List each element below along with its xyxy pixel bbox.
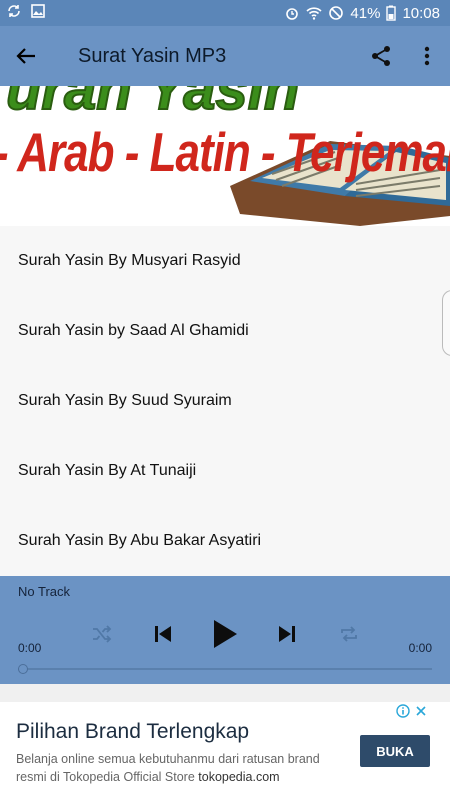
seek-bar[interactable] bbox=[18, 668, 432, 670]
previous-button[interactable] bbox=[132, 612, 194, 656]
app-bar: Surat Yasin MP3 bbox=[0, 26, 450, 86]
battery-icon bbox=[386, 5, 397, 21]
page-title: Surat Yasin MP3 bbox=[78, 44, 227, 67]
play-icon bbox=[214, 620, 237, 648]
banner-subtitle: - Arab - Latin - Terjemahan bbox=[0, 122, 450, 184]
total-time: 0:00 bbox=[408, 641, 432, 655]
sync-icon bbox=[6, 3, 22, 23]
do-not-disturb-icon bbox=[328, 5, 344, 21]
track-title: Surah Yasin By Abu Bakar Asyatiri bbox=[18, 532, 262, 549]
elapsed-time: 0:00 bbox=[18, 641, 42, 655]
clock: 10:08 bbox=[402, 4, 440, 22]
ad-info-icon[interactable] bbox=[396, 704, 410, 723]
more-vert-icon bbox=[424, 46, 430, 66]
ad-description: Belanja online semua kebutuhanmu dari ra… bbox=[16, 750, 346, 786]
wifi-icon bbox=[306, 5, 322, 21]
ad-banner[interactable]: Pilihan Brand Terlengkap Belanja online … bbox=[0, 702, 450, 800]
skip-previous-icon bbox=[155, 626, 171, 642]
shuffle-button[interactable] bbox=[70, 612, 132, 656]
list-item[interactable]: Surah Yasin By Suud Syuraim bbox=[0, 366, 450, 436]
back-button[interactable] bbox=[0, 26, 52, 86]
list-item[interactable]: Surah Yasin By Musyari Rasyid bbox=[0, 226, 450, 296]
overflow-menu-button[interactable] bbox=[404, 26, 450, 86]
status-bar: 41% 10:08 bbox=[0, 0, 450, 26]
player-controls bbox=[0, 612, 450, 656]
share-button[interactable] bbox=[358, 26, 404, 86]
track-title: Surah Yasin by Saad Al Ghamidi bbox=[18, 322, 249, 339]
track-list: Surah Yasin By Musyari Rasyid Surah Yasi… bbox=[0, 226, 450, 576]
ad-separator bbox=[0, 684, 450, 702]
track-title: Surah Yasin By At Tunaiji bbox=[18, 462, 197, 479]
arrow-back-icon bbox=[16, 48, 35, 64]
repeat-icon bbox=[341, 626, 357, 642]
edge-panel-handle[interactable] bbox=[442, 290, 450, 356]
seek-thumb[interactable] bbox=[18, 664, 28, 674]
alarm-icon bbox=[284, 5, 300, 21]
now-playing-label: No Track bbox=[18, 584, 71, 599]
ad-title: Pilihan Brand Terlengkap bbox=[16, 720, 250, 743]
battery-percent: 41% bbox=[350, 4, 381, 22]
play-button[interactable] bbox=[194, 612, 256, 656]
media-player: No Track 0:00 0:00 bbox=[0, 576, 450, 684]
repeat-button[interactable] bbox=[318, 612, 380, 656]
skip-next-icon bbox=[279, 626, 295, 642]
ad-close-icon[interactable] bbox=[414, 704, 428, 723]
image-icon bbox=[30, 3, 46, 23]
next-button[interactable] bbox=[256, 612, 318, 656]
header-banner: urah Yasin - Arab - Latin - Terjemahan bbox=[0, 86, 450, 226]
share-icon bbox=[372, 46, 390, 66]
list-item[interactable]: Surah Yasin By At Tunaiji bbox=[0, 436, 450, 506]
list-item[interactable]: Surah Yasin by Saad Al Ghamidi bbox=[0, 296, 450, 366]
banner-top-text: urah Yasin bbox=[5, 86, 300, 123]
open-ad-button[interactable]: BUKA bbox=[360, 735, 430, 767]
track-title: Surah Yasin By Musyari Rasyid bbox=[18, 252, 241, 269]
shuffle-icon bbox=[93, 625, 112, 643]
ad-domain: tokopedia.com bbox=[198, 770, 280, 784]
list-item[interactable]: Surah Yasin By Abu Bakar Asyatiri bbox=[0, 506, 450, 576]
track-title: Surah Yasin By Suud Syuraim bbox=[18, 392, 232, 409]
